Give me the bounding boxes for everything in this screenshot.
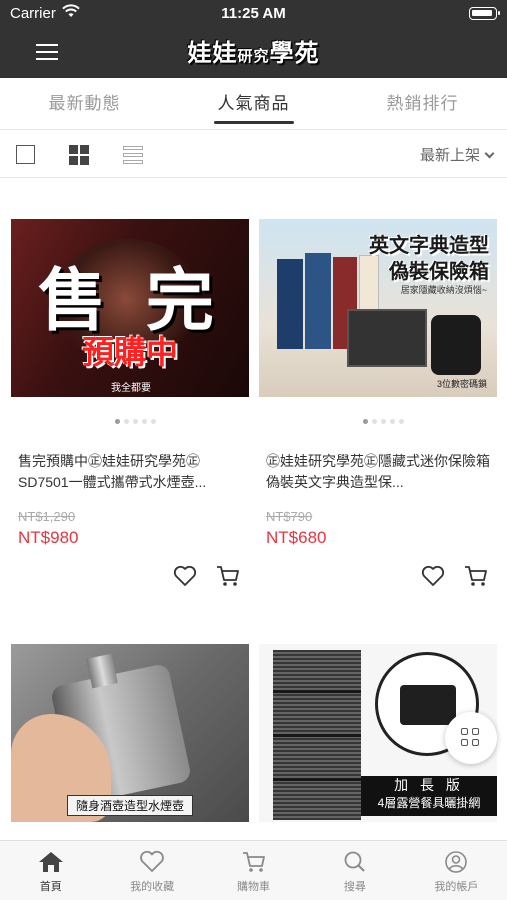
original-price: NT$790 bbox=[266, 509, 313, 524]
single-view-icon[interactable] bbox=[16, 145, 35, 164]
nav-cart[interactable]: 購物車 bbox=[203, 841, 304, 900]
sale-price: NT$980 bbox=[18, 528, 79, 547]
nav-search-label: 搜尋 bbox=[343, 881, 366, 893]
sale-price: NT$680 bbox=[266, 528, 327, 547]
sort-label: 最新上架 bbox=[419, 147, 480, 164]
product-image-note: 3位數密碼鎖 bbox=[436, 379, 487, 389]
nav-search[interactable]: 搜尋 bbox=[304, 841, 405, 900]
product-image-caption: 我全都要 bbox=[111, 383, 151, 394]
product-image-title: 加 長 版 bbox=[394, 777, 464, 793]
heart-icon[interactable] bbox=[421, 565, 445, 592]
product-card[interactable]: 售 完 預購中 我全都要 售完預購中㊣娃娃研究學苑㊣SD7501一體式攜帶式水煙… bbox=[11, 219, 249, 599]
image-pager-dots bbox=[363, 411, 423, 424]
nav-favorites[interactable]: 我的收藏 bbox=[101, 841, 202, 900]
cart-icon bbox=[242, 852, 265, 872]
sort-dropdown[interactable]: 最新上架 bbox=[419, 144, 495, 165]
logo-text-main: 娃娃 bbox=[187, 38, 238, 67]
image-pager-dots bbox=[115, 411, 175, 424]
view-options-bar: 最新上架 bbox=[0, 130, 507, 178]
product-name[interactable]: 售完預購中㊣娃娃研究學苑㊣SD7501一體式攜帶式水煙壺... bbox=[18, 451, 246, 493]
logo-text-end: 學苑 bbox=[269, 38, 320, 67]
product-image-title: 英文字典造型 bbox=[369, 235, 489, 257]
product-image-subtitle: 偽裝保險箱 bbox=[389, 261, 489, 283]
product-image[interactable]: 英文字典造型 偽裝保險箱 居家隱藏收納沒煩惱~ 3位數密碼鎖 bbox=[259, 219, 497, 397]
product-image-subtitle: 4層露營餐具曬掛網 bbox=[377, 796, 481, 810]
search-icon bbox=[344, 851, 365, 872]
original-price: NT$1,290 bbox=[18, 509, 76, 524]
product-image[interactable]: 隨身酒壺造型水煙壺 bbox=[11, 644, 249, 822]
chevron-down-icon bbox=[484, 148, 495, 159]
nav-account[interactable]: 我的帳戶 bbox=[406, 841, 507, 900]
product-name[interactable]: ㊣娃娃研究學苑㊣隱藏式迷你保險箱 偽裝英文字典造型保... bbox=[266, 451, 494, 493]
logo-text-small: 研究 bbox=[237, 47, 270, 65]
grid-view-icon[interactable] bbox=[69, 145, 89, 165]
tab-popular-products[interactable]: 人氣商品 bbox=[169, 78, 338, 129]
user-icon bbox=[445, 851, 468, 873]
tab-best-sellers[interactable]: 熱銷排行 bbox=[338, 78, 507, 129]
bottom-tab-bar: 首頁 我的收藏 購物車 搜尋 我的帳戶 bbox=[0, 840, 507, 900]
clock: 11:25 AM bbox=[221, 5, 286, 22]
nav-favorites-label: 我的收藏 bbox=[130, 881, 175, 893]
heart-icon[interactable] bbox=[173, 565, 197, 592]
battery-icon bbox=[469, 7, 500, 20]
home-icon bbox=[38, 852, 63, 872]
nav-home[interactable]: 首頁 bbox=[0, 841, 101, 900]
list-view-icon[interactable] bbox=[123, 145, 143, 165]
product-image-caption: 居家隱藏收納沒煩惱~ bbox=[400, 285, 487, 295]
nav-account-label: 我的帳戶 bbox=[434, 881, 479, 893]
product-image[interactable]: 售 完 預購中 我全都要 bbox=[11, 219, 249, 397]
product-card[interactable]: 英文字典造型 偽裝保險箱 居家隱藏收納沒煩惱~ 3位數密碼鎖 ㊣娃娃研究學苑㊣隱… bbox=[259, 219, 497, 599]
category-tabs: 最新動態 人氣商品 熱銷排行 bbox=[0, 78, 507, 130]
category-grid-button[interactable] bbox=[445, 712, 497, 764]
tab-latest-news[interactable]: 最新動態 bbox=[0, 78, 169, 129]
product-card[interactable]: 隨身酒壺造型水煙壺 bbox=[11, 644, 249, 824]
app-logo: 娃娃研究學苑 bbox=[0, 33, 507, 68]
app-header: 娃娃研究學苑 bbox=[0, 28, 507, 78]
cart-icon[interactable] bbox=[464, 565, 488, 592]
product-image-subtext: 預購中 bbox=[81, 333, 178, 371]
cart-icon[interactable] bbox=[216, 565, 240, 592]
heart-icon bbox=[140, 850, 164, 872]
nav-home-label: 首頁 bbox=[39, 881, 62, 893]
nav-cart-label: 購物車 bbox=[237, 881, 271, 893]
status-bar: Carrier 11:25 AM bbox=[0, 0, 507, 28]
product-image-caption: 隨身酒壺造型水煙壺 bbox=[66, 795, 193, 816]
